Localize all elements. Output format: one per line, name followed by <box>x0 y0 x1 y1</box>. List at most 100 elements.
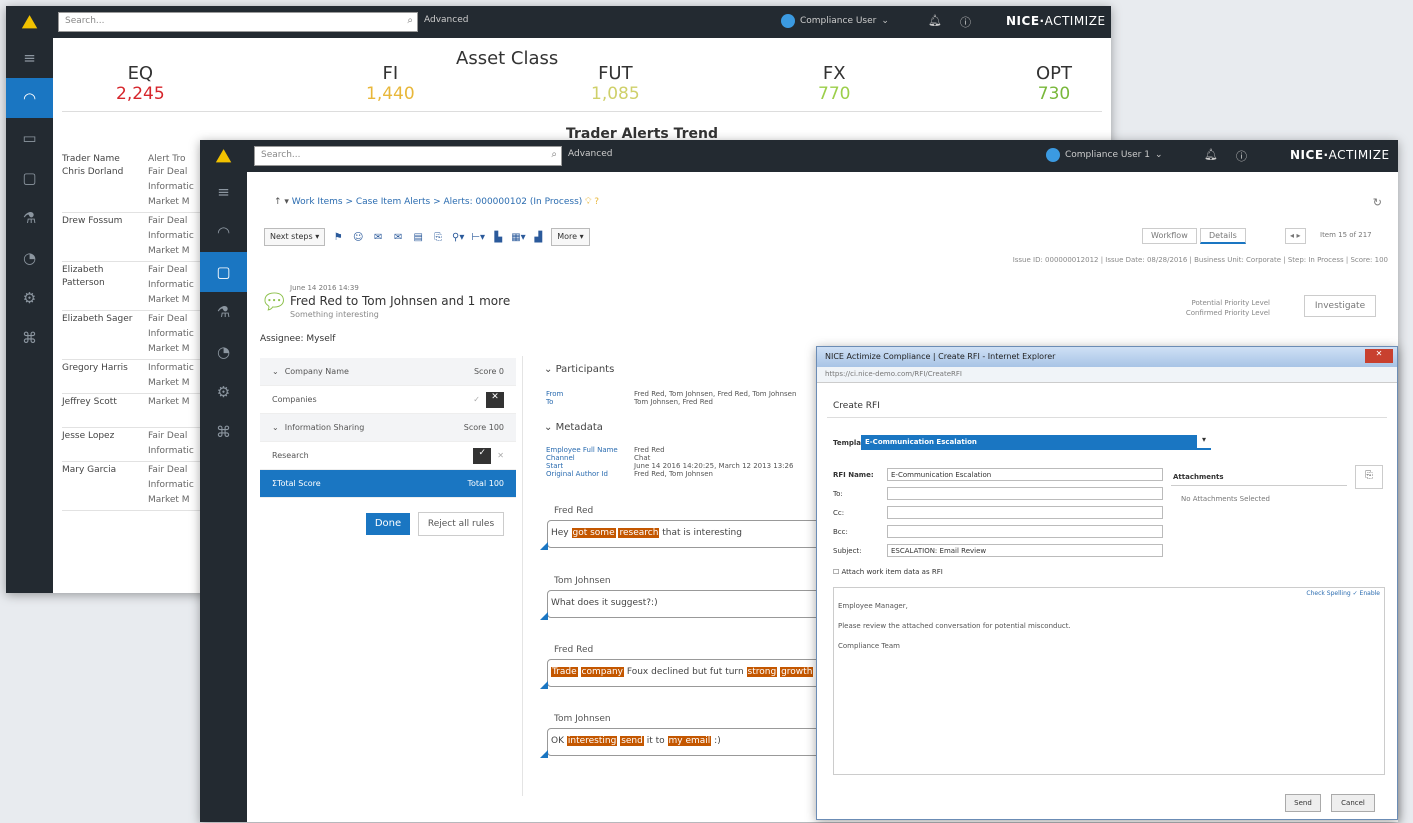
help-icon[interactable]: ⓘ <box>1236 148 1247 164</box>
shield-icon[interactable]: ◔ <box>6 238 53 278</box>
more-button[interactable]: More ▾ <box>551 228 590 246</box>
send-button[interactable]: Send <box>1285 794 1321 812</box>
chat-message[interactable]: Hey got some research that is interestin… <box>547 520 827 548</box>
trader-name[interactable]: Elizabeth Patterson <box>62 264 146 290</box>
flag-icon[interactable]: ⚑ <box>331 232 345 243</box>
trader-name[interactable]: Chris Dorland <box>62 166 146 179</box>
template-select[interactable]: E-Communication Escalation ▾ <box>861 435 1211 450</box>
trader-name[interactable]: Gregory Harris <box>62 362 146 375</box>
app-logo-icon[interactable]: ⛰ <box>6 6 53 38</box>
network-icon[interactable]: ⌘ <box>6 318 53 358</box>
breadcrumb-text[interactable]: Work Items > Case Item Alerts > Alerts: … <box>292 197 582 207</box>
cc-input[interactable] <box>887 506 1163 519</box>
search-icon[interactable]: ⌕ <box>551 149 557 160</box>
prev-item-button[interactable]: ◂ ▸ <box>1285 228 1306 244</box>
rule-row[interactable]: Research ✓ ✕ <box>260 442 516 470</box>
advanced-search-link[interactable]: Advanced <box>568 149 612 159</box>
asset-class-title: Asset Class <box>456 48 559 69</box>
workflow-tab[interactable]: Workflow <box>1142 228 1197 244</box>
monitor-icon[interactable]: ▢ <box>6 158 53 198</box>
search-input[interactable]: Search... ⌕ <box>58 12 418 32</box>
message-body[interactable]: Check Spelling ✓ Enable Employee Manager… <box>833 587 1385 775</box>
gear-icon[interactable]: ⚙ <box>200 372 247 412</box>
bookmark-icon[interactable]: ▙ <box>491 232 505 243</box>
to-input[interactable] <box>887 487 1163 500</box>
attach-checkbox-row[interactable]: ☐ Attach work item data as RFI <box>833 568 943 576</box>
subject-input[interactable]: ESCALATION: Email Review <box>887 544 1163 557</box>
investigate-button[interactable]: Investigate <box>1304 295 1376 317</box>
app-logo-icon[interactable]: ⛰ <box>200 140 247 172</box>
menu-icon[interactable]: ≡ <box>200 172 247 212</box>
search-icon[interactable]: ⌕ <box>407 15 413 26</box>
shield-icon[interactable]: ◔ <box>200 332 247 372</box>
tree-icon[interactable]: ⊢▾ <box>471 232 485 243</box>
accept-selected-icon[interactable]: ✓ <box>473 447 492 464</box>
channel-key: Channel <box>546 454 575 462</box>
rfi-name-input[interactable]: E-Communication Escalation <box>887 468 1163 481</box>
rule-row[interactable]: ⌄ Information Sharing Score 100 <box>260 414 516 442</box>
chat-message[interactable]: What does it suggest?:) <box>547 590 827 618</box>
col-alert-type: Alert Tro <box>148 154 186 164</box>
reject-all-rules-button[interactable]: Reject all rules <box>418 512 504 536</box>
asset-class-item[interactable]: FI 1,440 <box>366 63 415 104</box>
trader-name[interactable]: Elizabeth Sager <box>62 313 146 326</box>
attach-icon[interactable]: ⎘ <box>431 232 445 243</box>
network-icon[interactable]: ⌘ <box>200 412 247 452</box>
mail-icon[interactable]: ✉ <box>371 232 385 243</box>
trader-name[interactable]: Mary Garcia <box>62 464 146 477</box>
trader-name[interactable]: Drew Fossum <box>62 215 146 228</box>
user-menu[interactable]: Compliance User ⌄ <box>781 14 889 28</box>
close-icon[interactable]: ✕ <box>1365 349 1393 363</box>
lightbulb-icon[interactable]: 💡︎ ? <box>585 197 599 207</box>
flask-icon[interactable]: ⚗ <box>6 198 53 238</box>
advanced-search-link[interactable]: Advanced <box>424 15 468 25</box>
rule-row[interactable]: Σ Total Score Total 100 <box>260 470 516 498</box>
participants-section[interactable]: ⌄ Participants <box>544 364 614 375</box>
cancel-button[interactable]: Cancel <box>1331 794 1375 812</box>
asset-class-item[interactable]: EQ 2,245 <box>116 63 165 104</box>
chevron-down-icon[interactable]: ⌄ <box>272 423 279 432</box>
message-text: Hey <box>551 528 572 538</box>
asset-class-item[interactable]: OPT 730 <box>1036 63 1072 104</box>
trader-name[interactable]: Jeffrey Scott <box>62 396 146 409</box>
rule-row[interactable]: Companies ✓ ✕ <box>260 386 516 414</box>
metadata-section[interactable]: ⌄ Metadata <box>544 422 603 433</box>
link-icon[interactable]: ⚲▾ <box>451 232 465 243</box>
dashboard-icon[interactable]: ◠ <box>6 78 53 118</box>
reject-selected-icon[interactable]: ✕ <box>486 391 504 408</box>
user-menu[interactable]: Compliance User 1 ⌄ <box>1046 148 1162 162</box>
asset-class-item[interactable]: FX 770 <box>818 63 850 104</box>
next-steps-button[interactable]: Next steps ▾ <box>264 228 326 246</box>
refresh-icon[interactable]: ↻ <box>1373 196 1382 209</box>
up-arrow-icon[interactable]: ↑ ▾ <box>274 197 292 207</box>
attach-file-icon[interactable]: ⎘ <box>1355 465 1383 489</box>
user-assign-icon[interactable]: ☺ <box>351 232 365 243</box>
export-icon[interactable]: ▟ <box>531 232 545 243</box>
chat-message[interactable]: Trade company Foux declined but fut turn… <box>547 659 827 687</box>
done-button[interactable]: Done <box>366 513 410 535</box>
chevron-down-icon[interactable]: ⌄ <box>272 367 279 376</box>
chat-message[interactable]: OK interesting send it to my email :) <box>547 728 827 756</box>
flask-icon[interactable]: ⚗ <box>200 292 247 332</box>
rules-panel: ⌄ Company Name Score 0 Companies ✓ ✕ ⌄ Inform… <box>260 358 516 498</box>
help-icon[interactable]: ⓘ <box>960 14 971 30</box>
reject-icon[interactable]: ✕ <box>497 451 504 460</box>
search-input[interactable]: Search... ⌕ <box>254 146 562 166</box>
accept-icon[interactable]: ✓ <box>473 395 480 404</box>
mail-reply-icon[interactable]: ✉ <box>391 232 405 243</box>
bcc-input[interactable] <box>887 525 1163 538</box>
gear-icon[interactable]: ⚙ <box>6 278 53 318</box>
calendar-icon[interactable]: ▦▾ <box>511 232 525 243</box>
folder-icon[interactable]: ▭ <box>6 118 53 158</box>
check-spelling-link[interactable]: Check Spelling ✓ Enable <box>1306 590 1380 597</box>
dashboard-icon[interactable]: ◠ <box>200 212 247 252</box>
monitor-icon[interactable]: ▢ <box>200 252 247 292</box>
bell-icon[interactable]: 🔔︎ <box>928 14 942 27</box>
bell-icon[interactable]: 🔔︎ <box>1204 148 1218 161</box>
details-tab[interactable]: Details <box>1200 228 1246 244</box>
asset-class-item[interactable]: FUT 1,085 <box>591 63 640 104</box>
rule-row[interactable]: ⌄ Company Name Score 0 <box>260 358 516 386</box>
note-icon[interactable]: ▤ <box>411 232 425 243</box>
trader-name[interactable]: Jesse Lopez <box>62 430 146 443</box>
menu-icon[interactable]: ≡ <box>6 38 53 78</box>
